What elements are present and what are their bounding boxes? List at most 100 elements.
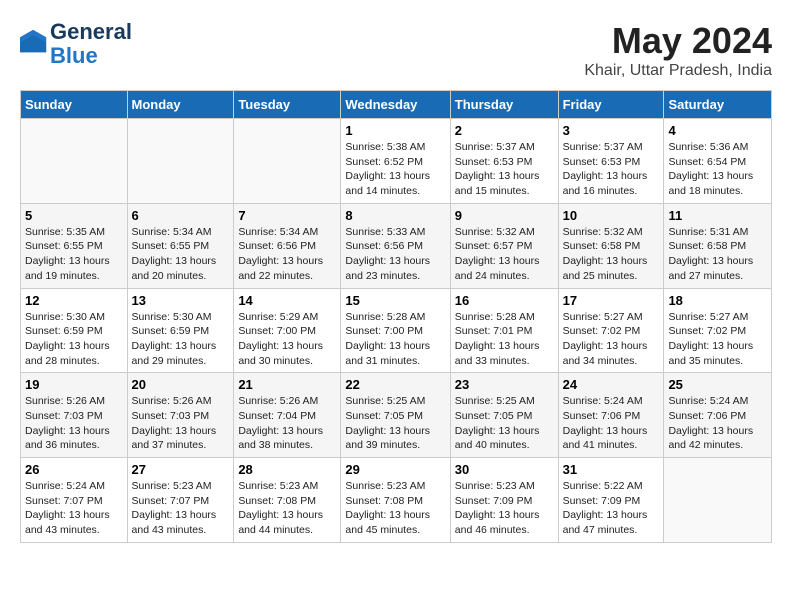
day-number: 1 xyxy=(345,123,445,138)
calendar-week-row: 19 Sunrise: 5:26 AM Sunset: 7:03 PM Dayli… xyxy=(21,373,772,458)
day-info: Sunrise: 5:26 AM Sunset: 7:03 PM Dayligh… xyxy=(25,394,123,453)
day-info: Sunrise: 5:33 AM Sunset: 6:56 PM Dayligh… xyxy=(345,225,445,284)
day-info: Sunrise: 5:28 AM Sunset: 7:01 PM Dayligh… xyxy=(455,310,554,369)
calendar-week-row: 26 Sunrise: 5:24 AM Sunset: 7:07 PM Dayli… xyxy=(21,458,772,543)
day-number: 27 xyxy=(132,462,230,477)
day-info: Sunrise: 5:34 AM Sunset: 6:56 PM Dayligh… xyxy=(238,225,336,284)
col-header-thursday: Thursday xyxy=(450,91,558,119)
title-block: May 2024 Khair, Uttar Pradesh, India xyxy=(584,20,772,80)
calendar-table: SundayMondayTuesdayWednesdayThursdayFrid… xyxy=(20,90,772,543)
month-title: May 2024 xyxy=(584,20,772,62)
day-info: Sunrise: 5:23 AM Sunset: 7:09 PM Dayligh… xyxy=(455,479,554,538)
calendar-cell: 23 Sunrise: 5:25 AM Sunset: 7:05 PM Dayli… xyxy=(450,373,558,458)
calendar-header-row: SundayMondayTuesdayWednesdayThursdayFrid… xyxy=(21,91,772,119)
day-info: Sunrise: 5:36 AM Sunset: 6:54 PM Dayligh… xyxy=(668,140,767,199)
calendar-cell: 26 Sunrise: 5:24 AM Sunset: 7:07 PM Dayli… xyxy=(21,458,128,543)
calendar-cell: 3Sunrise: 5:37 AM Sunset: 6:53 PM Daylig… xyxy=(558,119,664,204)
calendar-cell: 14 Sunrise: 5:29 AM Sunset: 7:00 PM Dayli… xyxy=(234,288,341,373)
day-info: Sunrise: 5:29 AM Sunset: 7:00 PM Dayligh… xyxy=(238,310,336,369)
day-number: 10 xyxy=(563,208,660,223)
col-header-monday: Monday xyxy=(127,91,234,119)
day-number: 12 xyxy=(25,293,123,308)
day-info: Sunrise: 5:26 AM Sunset: 7:03 PM Dayligh… xyxy=(132,394,230,453)
calendar-cell: 31 Sunrise: 5:22 AM Sunset: 7:09 PM Dayli… xyxy=(558,458,664,543)
day-number: 6 xyxy=(132,208,230,223)
day-number: 17 xyxy=(563,293,660,308)
calendar-cell: 17 Sunrise: 5:27 AM Sunset: 7:02 PM Dayli… xyxy=(558,288,664,373)
location: Khair, Uttar Pradesh, India xyxy=(584,62,772,80)
calendar-cell: 20 Sunrise: 5:26 AM Sunset: 7:03 PM Dayli… xyxy=(127,373,234,458)
col-header-sunday: Sunday xyxy=(21,91,128,119)
calendar-cell: 10 Sunrise: 5:32 AM Sunset: 6:58 PM Dayli… xyxy=(558,203,664,288)
calendar-cell: 21 Sunrise: 5:26 AM Sunset: 7:04 PM Dayli… xyxy=(234,373,341,458)
day-info: Sunrise: 5:27 AM Sunset: 7:02 PM Dayligh… xyxy=(668,310,767,369)
day-number: 9 xyxy=(455,208,554,223)
day-info: Sunrise: 5:28 AM Sunset: 7:00 PM Dayligh… xyxy=(345,310,445,369)
day-number: 8 xyxy=(345,208,445,223)
day-info: Sunrise: 5:23 AM Sunset: 7:08 PM Dayligh… xyxy=(238,479,336,538)
day-number: 23 xyxy=(455,377,554,392)
calendar-cell: 19 Sunrise: 5:26 AM Sunset: 7:03 PM Dayli… xyxy=(21,373,128,458)
day-number: 29 xyxy=(345,462,445,477)
day-number: 7 xyxy=(238,208,336,223)
calendar-cell: 24 Sunrise: 5:24 AM Sunset: 7:06 PM Dayli… xyxy=(558,373,664,458)
day-number: 14 xyxy=(238,293,336,308)
day-number: 26 xyxy=(25,462,123,477)
calendar-cell: 8 Sunrise: 5:33 AM Sunset: 6:56 PM Daylig… xyxy=(341,203,450,288)
day-number: 19 xyxy=(25,377,123,392)
calendar-week-row: 12 Sunrise: 5:30 AM Sunset: 6:59 PM Dayli… xyxy=(21,288,772,373)
calendar-week-row: 5Sunrise: 5:35 AM Sunset: 6:55 PM Daylig… xyxy=(21,203,772,288)
col-header-saturday: Saturday xyxy=(664,91,772,119)
day-info: Sunrise: 5:25 AM Sunset: 7:05 PM Dayligh… xyxy=(455,394,554,453)
logo: General Blue xyxy=(20,20,132,68)
day-number: 18 xyxy=(668,293,767,308)
calendar-cell: 9 Sunrise: 5:32 AM Sunset: 6:57 PM Daylig… xyxy=(450,203,558,288)
day-info: Sunrise: 5:23 AM Sunset: 7:08 PM Dayligh… xyxy=(345,479,445,538)
day-number: 2 xyxy=(455,123,554,138)
day-info: Sunrise: 5:38 AM Sunset: 6:52 PM Dayligh… xyxy=(345,140,445,199)
day-number: 4 xyxy=(668,123,767,138)
day-number: 24 xyxy=(563,377,660,392)
day-info: Sunrise: 5:32 AM Sunset: 6:58 PM Dayligh… xyxy=(563,225,660,284)
logo-line2: Blue xyxy=(50,44,132,68)
day-info: Sunrise: 5:37 AM Sunset: 6:53 PM Dayligh… xyxy=(563,140,660,199)
day-info: Sunrise: 5:24 AM Sunset: 7:06 PM Dayligh… xyxy=(563,394,660,453)
calendar-week-row: 1 Sunrise: 5:38 AM Sunset: 6:52 PM Daylig… xyxy=(21,119,772,204)
page-header: General Blue May 2024 Khair, Uttar Prade… xyxy=(20,20,772,80)
day-number: 28 xyxy=(238,462,336,477)
day-number: 21 xyxy=(238,377,336,392)
day-number: 31 xyxy=(563,462,660,477)
day-info: Sunrise: 5:22 AM Sunset: 7:09 PM Dayligh… xyxy=(563,479,660,538)
day-info: Sunrise: 5:25 AM Sunset: 7:05 PM Dayligh… xyxy=(345,394,445,453)
day-info: Sunrise: 5:24 AM Sunset: 7:07 PM Dayligh… xyxy=(25,479,123,538)
calendar-cell: 30 Sunrise: 5:23 AM Sunset: 7:09 PM Dayli… xyxy=(450,458,558,543)
calendar-cell: 22Sunrise: 5:25 AM Sunset: 7:05 PM Dayli… xyxy=(341,373,450,458)
day-number: 16 xyxy=(455,293,554,308)
day-info: Sunrise: 5:24 AM Sunset: 7:06 PM Dayligh… xyxy=(668,394,767,453)
calendar-cell xyxy=(127,119,234,204)
day-number: 20 xyxy=(132,377,230,392)
day-info: Sunrise: 5:27 AM Sunset: 7:02 PM Dayligh… xyxy=(563,310,660,369)
day-number: 15 xyxy=(345,293,445,308)
calendar-cell: 15 Sunrise: 5:28 AM Sunset: 7:00 PM Dayli… xyxy=(341,288,450,373)
calendar-cell: 29 Sunrise: 5:23 AM Sunset: 7:08 PM Dayli… xyxy=(341,458,450,543)
calendar-cell: 25Sunrise: 5:24 AM Sunset: 7:06 PM Dayli… xyxy=(664,373,772,458)
day-info: Sunrise: 5:35 AM Sunset: 6:55 PM Dayligh… xyxy=(25,225,123,284)
calendar-cell: 6 Sunrise: 5:34 AM Sunset: 6:55 PM Daylig… xyxy=(127,203,234,288)
calendar-cell: 7 Sunrise: 5:34 AM Sunset: 6:56 PM Daylig… xyxy=(234,203,341,288)
col-header-tuesday: Tuesday xyxy=(234,91,341,119)
calendar-cell xyxy=(21,119,128,204)
day-info: Sunrise: 5:34 AM Sunset: 6:55 PM Dayligh… xyxy=(132,225,230,284)
logo-line1: General xyxy=(50,20,132,44)
day-info: Sunrise: 5:26 AM Sunset: 7:04 PM Dayligh… xyxy=(238,394,336,453)
calendar-cell: 28 Sunrise: 5:23 AM Sunset: 7:08 PM Dayli… xyxy=(234,458,341,543)
calendar-cell: 16 Sunrise: 5:28 AM Sunset: 7:01 PM Dayli… xyxy=(450,288,558,373)
col-header-friday: Friday xyxy=(558,91,664,119)
day-info: Sunrise: 5:32 AM Sunset: 6:57 PM Dayligh… xyxy=(455,225,554,284)
calendar-cell: 4 Sunrise: 5:36 AM Sunset: 6:54 PM Daylig… xyxy=(664,119,772,204)
calendar-cell: 11Sunrise: 5:31 AM Sunset: 6:58 PM Dayli… xyxy=(664,203,772,288)
calendar-cell: 18 Sunrise: 5:27 AM Sunset: 7:02 PM Dayli… xyxy=(664,288,772,373)
calendar-cell: 1 Sunrise: 5:38 AM Sunset: 6:52 PM Daylig… xyxy=(341,119,450,204)
day-info: Sunrise: 5:30 AM Sunset: 6:59 PM Dayligh… xyxy=(25,310,123,369)
day-number: 30 xyxy=(455,462,554,477)
